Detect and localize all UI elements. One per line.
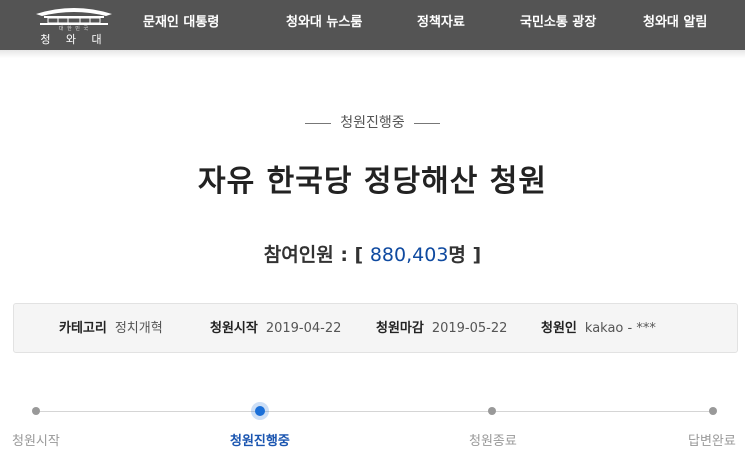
progress-track xyxy=(36,411,713,412)
status-text: 청원진행중 xyxy=(340,115,405,131)
start-value: 2019-04-22 xyxy=(265,321,342,336)
author-label: 청원인 xyxy=(541,321,577,336)
participant-count: 참여인원 : [ 880,403명 ] xyxy=(0,240,745,267)
nav-item-president[interactable]: 문재인 대통령 xyxy=(143,0,219,50)
nav-shadow xyxy=(0,50,745,58)
petition-info-box: 카테고리 정치개혁 청원시작 2019-04-22 청원마감 2019-05-22 청… xyxy=(13,303,738,353)
category-value: 정치개혁 xyxy=(114,321,163,336)
nav-item-policy[interactable]: 정책자료 xyxy=(417,0,465,50)
start-label: 청원시작 xyxy=(210,321,258,336)
info-author: 청원인 kakao - *** xyxy=(541,304,656,354)
top-navigation-bar: 대 한 민 국 청 와 대 문재인 대통령 청와대 뉴스룸 정책자료 국민소통 … xyxy=(0,0,745,50)
petition-status: 청원진행중 xyxy=(0,112,745,132)
count-unit: 명 ] xyxy=(448,244,482,266)
step-dot-answered xyxy=(709,407,717,415)
step-dot-in-progress xyxy=(255,406,265,416)
count-value: 880,403 xyxy=(369,244,449,266)
status-dash-right xyxy=(413,122,440,124)
nav-item-notice[interactable]: 청와대 알림 xyxy=(643,0,707,50)
nav-item-newsroom[interactable]: 청와대 뉴스룸 xyxy=(286,0,362,50)
step-dot-closed xyxy=(488,407,496,415)
end-label: 청원마감 xyxy=(376,321,424,336)
count-label: 참여인원 : [ xyxy=(263,244,364,266)
cheongwadae-logo[interactable]: 대 한 민 국 청 와 대 xyxy=(30,2,118,48)
step-dot-start xyxy=(32,407,40,415)
category-label: 카테고리 xyxy=(59,321,107,336)
nav-item-communication[interactable]: 국민소통 광장 xyxy=(520,0,596,50)
info-start-date: 청원시작 2019-04-22 xyxy=(210,304,341,354)
step-label-closed: 청원종료 xyxy=(469,434,517,449)
status-dash-left xyxy=(305,122,332,124)
author-value: kakao - *** xyxy=(584,321,656,336)
info-category: 카테고리 정치개혁 xyxy=(59,304,163,354)
step-label-answered: 답변완료 xyxy=(688,434,736,449)
step-label-start: 청원시작 xyxy=(12,434,60,449)
blue-house-roof-icon xyxy=(36,8,112,25)
step-label-in-progress: 청원진행중 xyxy=(230,434,290,449)
info-end-date: 청원마감 2019-05-22 xyxy=(376,304,507,354)
logo-text: 청 와 대 xyxy=(40,33,108,46)
end-value: 2019-05-22 xyxy=(431,321,508,336)
petition-title: 자유 한국당 정당해산 청원 xyxy=(198,164,547,199)
